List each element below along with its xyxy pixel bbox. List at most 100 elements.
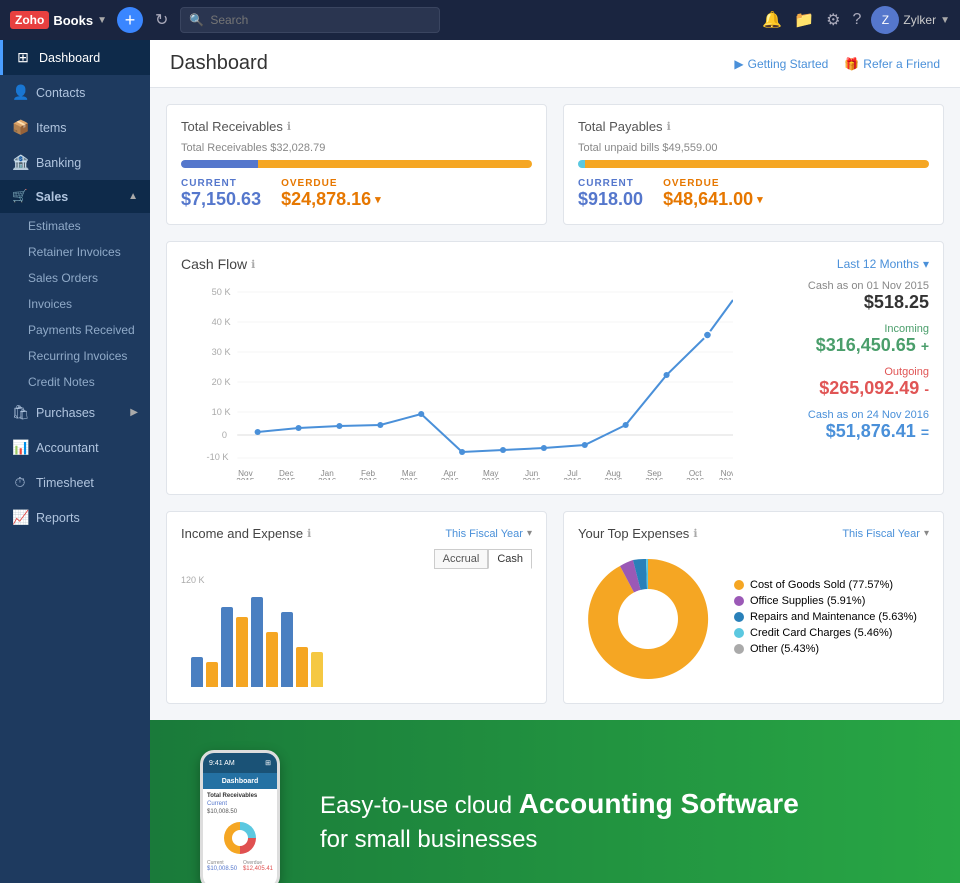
settings-icon[interactable]: ⚙ — [826, 10, 840, 30]
income-expense-range[interactable]: This Fiscal Year ▾ — [445, 528, 532, 540]
help-icon[interactable]: ? — [853, 11, 862, 29]
payables-overdue-value: $48,641.00 ▾ — [663, 189, 763, 210]
bar-3 — [221, 607, 233, 687]
top-expenses-content: Cost of Goods Sold (77.57%) Office Suppl… — [578, 549, 929, 689]
legend-label-3: Credit Card Charges (5.46%) — [750, 627, 892, 639]
bottom-cards-row: Income and Expense ℹ This Fiscal Year ▾ … — [166, 511, 944, 704]
svg-text:2016: 2016 — [441, 477, 460, 480]
purchases-arrow-icon: ▶ — [130, 407, 138, 418]
promo-text: Easy-to-use cloud Accounting Software fo… — [320, 784, 799, 857]
income-expense-info-icon[interactable]: ℹ — [307, 527, 311, 540]
cashflow-incoming-label: Incoming — [749, 323, 929, 335]
user-menu[interactable]: Z Zylker ▼ — [871, 6, 950, 34]
incoming-symbol: + — [921, 338, 929, 354]
sidebar-item-timesheet[interactable]: ⏱ Timesheet — [0, 465, 150, 500]
cash-tab[interactable]: Cash — [488, 549, 532, 569]
svg-text:2016: 2016 — [645, 477, 664, 480]
search-icon: 🔍 — [189, 13, 204, 27]
payables-overdue-label: OVERDUE — [663, 178, 763, 189]
legend-item-4: Other (5.43%) — [734, 643, 917, 655]
creditnotes-label: Credit Notes — [28, 375, 95, 389]
timesheet-icon: ⏱ — [12, 474, 28, 491]
top-expenses-info-icon[interactable]: ℹ — [693, 527, 697, 540]
bell-icon[interactable]: 🔔 — [762, 10, 782, 30]
sidebar-item-invoices[interactable]: Invoices — [0, 291, 150, 317]
sidebar-item-contacts[interactable]: 👤 Contacts — [0, 75, 150, 110]
income-expense-title: Income and Expense — [181, 526, 303, 541]
sidebar-item-accountant-label: Accountant — [36, 441, 99, 455]
cashflow-stats: Cash as on 01 Nov 2015 $518.25 Incoming … — [749, 280, 929, 480]
receivables-overdue-label: OVERDUE — [281, 178, 381, 189]
income-expense-chart — [181, 587, 532, 687]
cashflow-range-selector[interactable]: Last 12 Months ▾ — [837, 257, 929, 271]
main-content: Dashboard ▶ Getting Started 🎁 Refer a Fr… — [150, 40, 960, 883]
payables-overdue-metric: OVERDUE $48,641.00 ▾ — [663, 178, 763, 210]
income-expense-tabs: Accrual Cash — [181, 549, 532, 569]
avatar: Z — [871, 6, 899, 34]
cashflow-end-label: Cash as on 24 Nov 2016 — [749, 409, 929, 421]
legend-item-1: Office Supplies (5.91%) — [734, 595, 917, 607]
refresh-icon[interactable]: ↻ — [155, 10, 168, 30]
accrual-tab[interactable]: Accrual — [434, 549, 489, 569]
add-button[interactable]: + — [117, 7, 143, 33]
receivables-info-icon[interactable]: ℹ — [287, 120, 291, 133]
payables-overdue-dropdown[interactable]: ▾ — [757, 193, 763, 206]
sidebar-item-retainer[interactable]: Retainer Invoices — [0, 239, 150, 265]
svg-text:2016: 2016 — [604, 477, 623, 480]
top-expenses-range-icon: ▾ — [924, 528, 929, 539]
sidebar-item-banking[interactable]: 🏦 Banking — [0, 145, 150, 180]
svg-text:50 K: 50 K — [212, 287, 231, 297]
contacts-icon: 👤 — [12, 84, 28, 101]
legend-dot-2 — [734, 612, 744, 622]
payables-info-icon[interactable]: ℹ — [667, 120, 671, 133]
svg-text:2016: 2016 — [482, 477, 501, 480]
legend-label-4: Other (5.43%) — [750, 643, 819, 655]
sidebar-item-sales[interactable]: 🛒 Sales ▲ — [0, 180, 150, 213]
sidebar-item-items[interactable]: 📦 Items — [0, 110, 150, 145]
svg-text:2016: 2016 — [686, 477, 705, 480]
top-expenses-range[interactable]: This Fiscal Year ▾ — [842, 528, 929, 540]
cashflow-info-icon[interactable]: ℹ — [251, 258, 255, 271]
cashflow-range-dropdown-icon: ▾ — [923, 257, 929, 271]
sidebar-item-salesorders[interactable]: Sales Orders — [0, 265, 150, 291]
sidebar-item-accountant[interactable]: 📊 Accountant — [0, 430, 150, 465]
sidebar-item-creditnotes[interactable]: Credit Notes — [0, 369, 150, 395]
legend-dot-4 — [734, 644, 744, 654]
search-box: 🔍 — [180, 7, 440, 33]
sidebar-item-banking-label: Banking — [36, 156, 81, 170]
svg-text:2015: 2015 — [236, 477, 255, 480]
receivables-title: Total Receivables ℹ — [181, 119, 532, 134]
svg-text:2016: 2016 — [563, 477, 582, 480]
receivables-overdue-metric: OVERDUE $24,878.16 ▾ — [281, 178, 381, 210]
bar-7 — [281, 612, 293, 687]
sidebar-item-dashboard[interactable]: ⊞ Dashboard — [0, 40, 150, 75]
sidebar-item-payments[interactable]: Payments Received — [0, 317, 150, 343]
org-dropdown-icon[interactable]: ▼ — [97, 15, 107, 26]
receivables-overdue-dropdown[interactable]: ▾ — [375, 193, 381, 206]
payments-label: Payments Received — [28, 323, 135, 337]
payables-current-label: CURRENT — [578, 178, 643, 189]
refer-friend-button[interactable]: 🎁 Refer a Friend — [844, 57, 940, 71]
payables-current-metric: CURRENT $918.00 — [578, 178, 643, 210]
promo-phone-image: 9:41 AM ⊞ Dashboard Total Receivables Cu… — [190, 750, 290, 883]
sidebar-item-recurring[interactable]: Recurring Invoices — [0, 343, 150, 369]
top-expenses-card: Your Top Expenses ℹ This Fiscal Year ▾ — [563, 511, 944, 704]
sidebar-item-estimates[interactable]: Estimates — [0, 213, 150, 239]
search-input[interactable] — [210, 13, 431, 27]
bar-5 — [251, 597, 263, 687]
sales-collapse-icon: ▲ — [128, 191, 138, 202]
getting-started-button[interactable]: ▶ Getting Started — [734, 57, 828, 71]
sidebar-item-reports[interactable]: 📈 Reports — [0, 500, 150, 535]
app-logo: Zoho Books ▼ — [10, 11, 107, 29]
folder-icon[interactable]: 📁 — [794, 10, 814, 30]
reports-icon: 📈 — [12, 509, 28, 526]
sidebar-item-purchases[interactable]: 🛍 Purchases ▶ — [0, 395, 150, 430]
username-label: Zylker — [903, 13, 936, 27]
dashboard-icon: ⊞ — [15, 49, 31, 66]
bar-2 — [206, 662, 218, 687]
items-icon: 📦 — [12, 119, 28, 136]
dashboard-actions: ▶ Getting Started 🎁 Refer a Friend — [734, 57, 940, 71]
books-brand: Books — [53, 13, 93, 28]
sidebar-item-dashboard-label: Dashboard — [39, 51, 100, 65]
recurring-label: Recurring Invoices — [28, 349, 127, 363]
